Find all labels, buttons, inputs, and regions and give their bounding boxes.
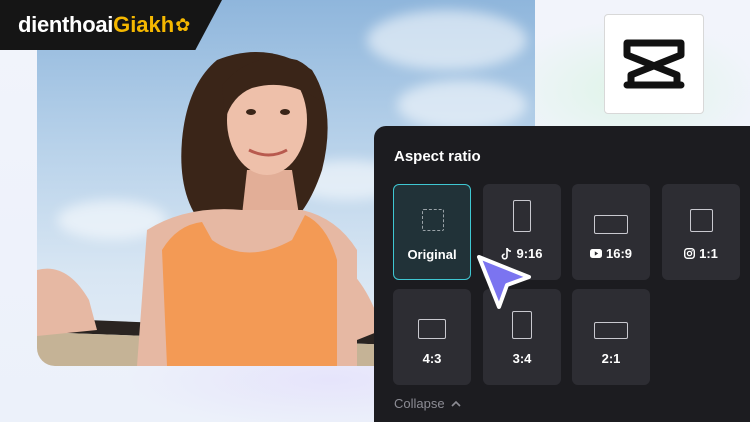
collapse-label: Collapse bbox=[394, 396, 445, 411]
aspect-option-2-1[interactable]: 2:1 bbox=[572, 289, 650, 385]
collapse-button[interactable]: Collapse bbox=[394, 396, 461, 411]
option-label: 3:4 bbox=[512, 351, 532, 366]
option-label: 2:1 bbox=[601, 351, 621, 366]
option-label: 16:9 bbox=[605, 246, 633, 261]
option-label: 4:3 bbox=[422, 351, 442, 366]
aspect-option-4-3[interactable]: 4:3 bbox=[393, 289, 471, 385]
brand-name: dienthoai bbox=[18, 12, 114, 37]
youtube-icon bbox=[589, 249, 602, 258]
aspect-option-original[interactable]: Original bbox=[393, 184, 471, 280]
capcut-logo-icon bbox=[623, 39, 685, 89]
instagram-icon bbox=[684, 248, 696, 259]
brand-name-accent: Giakh bbox=[113, 12, 175, 37]
ratio-preview-icon bbox=[513, 200, 531, 232]
ratio-preview-icon bbox=[512, 311, 532, 339]
panel-title: Aspect ratio bbox=[394, 148, 481, 165]
chevron-up-icon bbox=[451, 400, 461, 407]
pointer-cursor-icon bbox=[477, 255, 531, 309]
capcut-logo-tile bbox=[604, 14, 704, 114]
aspect-ratio-panel: Aspect ratio Original 9:16 16:9 1:1 4:3 … bbox=[374, 126, 750, 422]
option-label: 1:1 bbox=[699, 246, 718, 261]
ratio-preview-icon bbox=[690, 209, 713, 232]
ratio-preview-icon bbox=[422, 209, 444, 231]
ratio-preview-icon bbox=[418, 319, 446, 339]
aspect-option-1-1[interactable]: 1:1 bbox=[662, 184, 740, 280]
aspect-option-16-9[interactable]: 16:9 bbox=[572, 184, 650, 280]
flower-icon: ✿ bbox=[175, 14, 191, 35]
option-label: Original bbox=[407, 247, 457, 262]
brand-logo: dienthoai Giakh ✿ bbox=[0, 0, 222, 50]
ratio-preview-icon bbox=[594, 322, 628, 339]
ratio-preview-icon bbox=[594, 215, 628, 234]
